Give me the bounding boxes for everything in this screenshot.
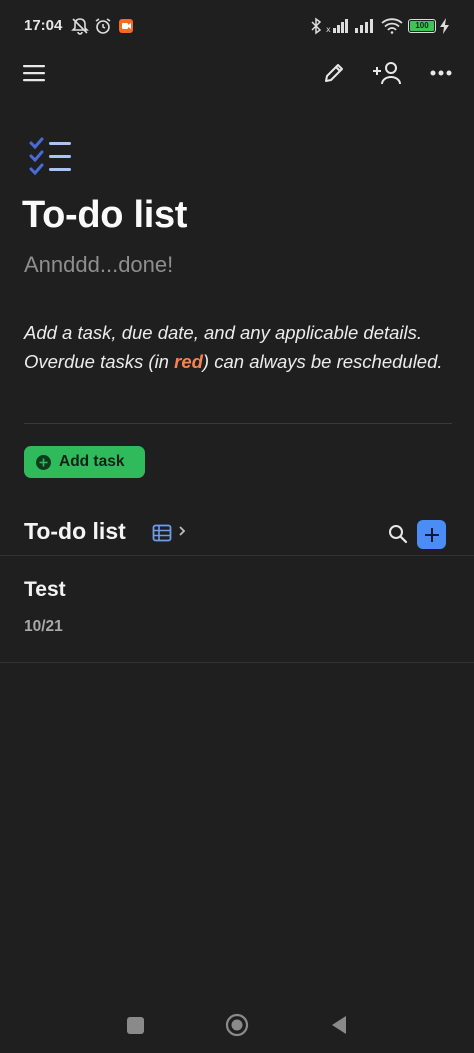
wifi-icon xyxy=(381,16,403,36)
bluetooth-icon xyxy=(310,16,322,36)
table-view-button[interactable] xyxy=(152,524,172,547)
page-description: Add a task, due date, and any applicable… xyxy=(24,318,454,376)
home-icon xyxy=(225,1013,249,1037)
search-button[interactable] xyxy=(388,524,408,549)
signal-icon xyxy=(352,16,376,36)
item-title: Test xyxy=(24,578,66,601)
list-border xyxy=(0,662,474,663)
home-button[interactable] xyxy=(222,1010,252,1040)
plus-icon xyxy=(424,527,439,542)
table-icon xyxy=(152,524,172,542)
database-title[interactable]: To-do list xyxy=(24,518,126,545)
plus-circle-icon xyxy=(36,454,51,470)
app-notification-icon xyxy=(118,16,134,36)
edit-icon xyxy=(325,64,343,82)
page-title: To-do list xyxy=(22,194,188,236)
add-person-icon xyxy=(373,62,401,85)
item-due-date: 10/21 xyxy=(24,618,63,635)
add-item-button[interactable] xyxy=(417,520,446,549)
more-button[interactable] xyxy=(421,53,461,93)
alarm-icon xyxy=(94,16,112,36)
mute-notifications-icon xyxy=(70,16,90,36)
back-icon xyxy=(332,1016,346,1034)
description-text-end: ) can always be rescheduled. xyxy=(202,351,443,372)
battery-icon: 100 xyxy=(408,16,436,36)
menu-button[interactable] xyxy=(14,53,54,93)
charging-icon xyxy=(440,16,449,36)
edit-button[interactable] xyxy=(314,53,354,93)
list-item[interactable] xyxy=(0,556,474,662)
signal-icon: x xyxy=(326,16,350,36)
battery-level: 100 xyxy=(415,21,429,30)
description-red-text: red xyxy=(174,351,203,372)
recents-icon xyxy=(126,1016,144,1034)
divider xyxy=(24,423,452,424)
menu-icon xyxy=(23,65,45,82)
more-icon xyxy=(430,70,452,76)
checklist-icon xyxy=(28,137,74,182)
back-button[interactable] xyxy=(324,1010,354,1040)
status-time: 17:04 xyxy=(24,17,63,34)
recents-button[interactable] xyxy=(120,1010,150,1040)
page-subtitle: Annddd...done! xyxy=(24,252,174,277)
chevron-right-icon[interactable] xyxy=(178,524,186,540)
svg-text:x: x xyxy=(326,25,331,34)
add-task-button[interactable]: Add task xyxy=(24,446,145,478)
share-button[interactable] xyxy=(367,53,407,93)
search-icon xyxy=(389,525,408,544)
add-task-label: Add task xyxy=(59,453,125,470)
